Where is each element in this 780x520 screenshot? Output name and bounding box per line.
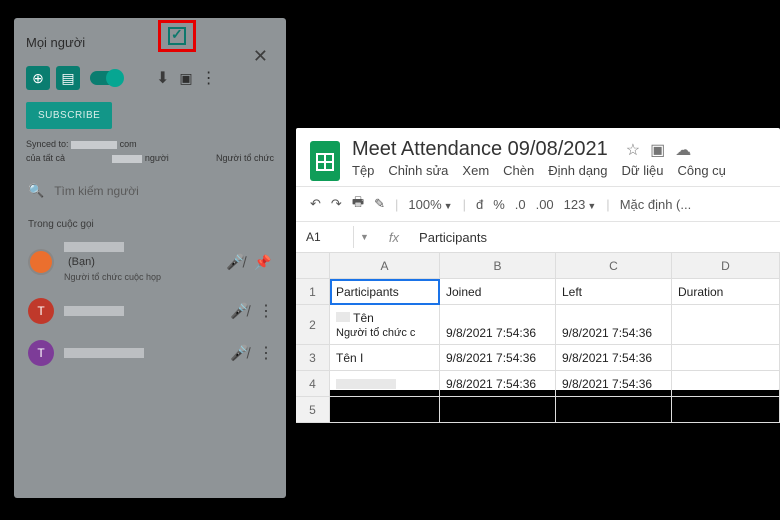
col-header[interactable]: B [440,253,556,279]
toolbar: ↶ ↷ 🖶 ✎ | 100%▼ | đ % .0 .00 123▼ | Mặc … [296,186,780,222]
doc-title[interactable]: Meet Attendance 09/08/2021 [352,138,608,161]
move-icon[interactable]: ▣ [650,140,665,160]
currency-button[interactable]: đ [476,197,483,212]
section-label: Trong cuộc gọi [14,209,286,234]
redacted-name [64,306,124,316]
zoom-select[interactable]: 100%▼ [408,197,452,212]
spreadsheet-grid[interactable]: A B C D 1 Participants Joined Left Durat… [296,253,780,423]
col-header[interactable]: A [330,253,440,279]
synced-label: Synced to: [26,139,69,149]
you-badge: (Bạn) [68,256,95,268]
add-doc-icon[interactable]: ⊕ [26,66,50,90]
camera-icon[interactable]: ▣ [179,70,192,87]
subscribe-button[interactable]: SUBSCRIBE [26,102,112,129]
corner-cell[interactable] [296,253,330,279]
sheets-logo-icon [310,141,340,181]
menu-data[interactable]: Dữ liệu [622,163,664,178]
cell[interactable]: Tên I [330,345,440,371]
toggle-switch[interactable] [90,71,122,85]
row-num[interactable]: 3 [296,345,330,371]
dec-more-button[interactable]: .00 [536,197,554,212]
row-num[interactable]: 1 [296,279,330,305]
row-num[interactable]: 5 [296,397,330,423]
avatar [28,249,54,275]
participant-row: T 🎤̸ ⋮ [14,332,286,374]
cell[interactable]: Joined [440,279,556,305]
panel-title: Mọi người [26,35,85,50]
participant-row-self: (Bạn) Người tổ chức cuộc họp 🎤̸ 📌 [14,234,286,290]
print-icon[interactable]: 🖶 [352,193,364,215]
undo-icon[interactable]: ↶ [310,196,321,212]
percent-button[interactable]: % [493,197,505,212]
cell-a1[interactable]: Participants [330,279,440,305]
cell[interactable]: Duration [672,279,780,305]
cell[interactable] [672,345,780,371]
more-icon[interactable]: ⋮ [201,68,217,88]
redacted-text [71,141,117,149]
search-placeholder: Tìm kiếm người [54,184,139,198]
col-header[interactable]: D [672,253,780,279]
more-icon[interactable]: ⋮ [258,301,272,321]
extension-toolbar: ⊕ ▤ ⬇ ▣ ⋮ [14,62,286,94]
avatar: T [28,340,54,366]
cell[interactable] [672,305,780,345]
dec-less-button[interactable]: .0 [515,197,526,212]
menu-edit[interactable]: Chỉnh sửa [388,163,448,178]
close-icon[interactable]: ✕ [253,46,268,67]
cell[interactable]: 9/8/2021 7:54:36 [556,371,672,397]
attendance-highlight [158,20,196,52]
download-icon[interactable]: ⬇ [156,68,169,88]
menu-tools[interactable]: Công cụ [677,163,725,178]
col-header[interactable]: C [556,253,672,279]
menu-file[interactable]: Tệp [352,163,374,178]
cell[interactable] [330,397,440,423]
role-label: Người tổ chức cuộc họp [64,272,216,282]
mic-off-icon[interactable]: 🎤̸ [226,253,244,271]
cell[interactable]: 9/8/2021 7:54:36 [556,305,672,345]
more-icon[interactable]: ⋮ [258,343,272,363]
font-select[interactable]: Mặc định (... [620,197,692,212]
redacted-name [64,348,144,358]
formula-bar[interactable]: Participants [413,230,487,245]
cell[interactable] [672,371,780,397]
cell[interactable] [440,397,556,423]
search-row[interactable]: 🔍 Tìm kiếm người [14,173,286,209]
menu-view[interactable]: Xem [462,163,489,178]
cell[interactable]: 9/8/2021 7:54:36 [440,305,556,345]
redacted-name [64,242,124,252]
cell[interactable]: 9/8/2021 7:54:36 [556,345,672,371]
cell[interactable] [672,397,780,423]
participant-row: T 🎤̸ ⋮ [14,290,286,332]
avatar: T [28,298,54,324]
star-icon[interactable]: ☆ [626,140,640,160]
row-num[interactable]: 4 [296,371,330,397]
row-num[interactable]: 2 [296,305,330,345]
cell[interactable]: 9/8/2021 7:54:36 [440,371,556,397]
menu-insert[interactable]: Chèn [503,163,534,178]
sheets-window: Meet Attendance 09/08/2021 ☆ ▣ ☁ Tệp Chỉ… [296,128,780,390]
cell-reference[interactable]: A1 [296,226,354,248]
add-file-icon[interactable]: ▤ [56,66,80,90]
cell[interactable]: Left [556,279,672,305]
cloud-icon[interactable]: ☁ [675,140,691,160]
menu-format[interactable]: Định dạng [548,163,607,178]
mic-off-icon[interactable]: 🎤̸ [230,344,248,362]
cell[interactable]: 9/8/2021 7:54:36 [440,345,556,371]
cell[interactable] [556,397,672,423]
num-format-button[interactable]: 123▼ [564,197,597,212]
meet-people-panel: Mọi người ✕ ⊕ ▤ ⬇ ▣ ⋮ SUBSCRIBE Synced t… [14,18,286,498]
paint-icon[interactable]: ✎ [374,196,385,212]
search-icon: 🔍 [28,183,44,199]
fx-icon: fx [375,230,413,245]
cell[interactable]: TênNgười tổ chức c [330,305,440,345]
redo-icon[interactable]: ↷ [331,196,342,212]
pin-icon[interactable]: 📌 [254,254,272,271]
mic-off-icon[interactable]: 🎤̸ [230,302,248,320]
cell[interactable] [330,371,440,397]
chevron-down-icon[interactable]: ▼ [354,232,375,242]
attendance-check-icon[interactable] [168,27,186,45]
